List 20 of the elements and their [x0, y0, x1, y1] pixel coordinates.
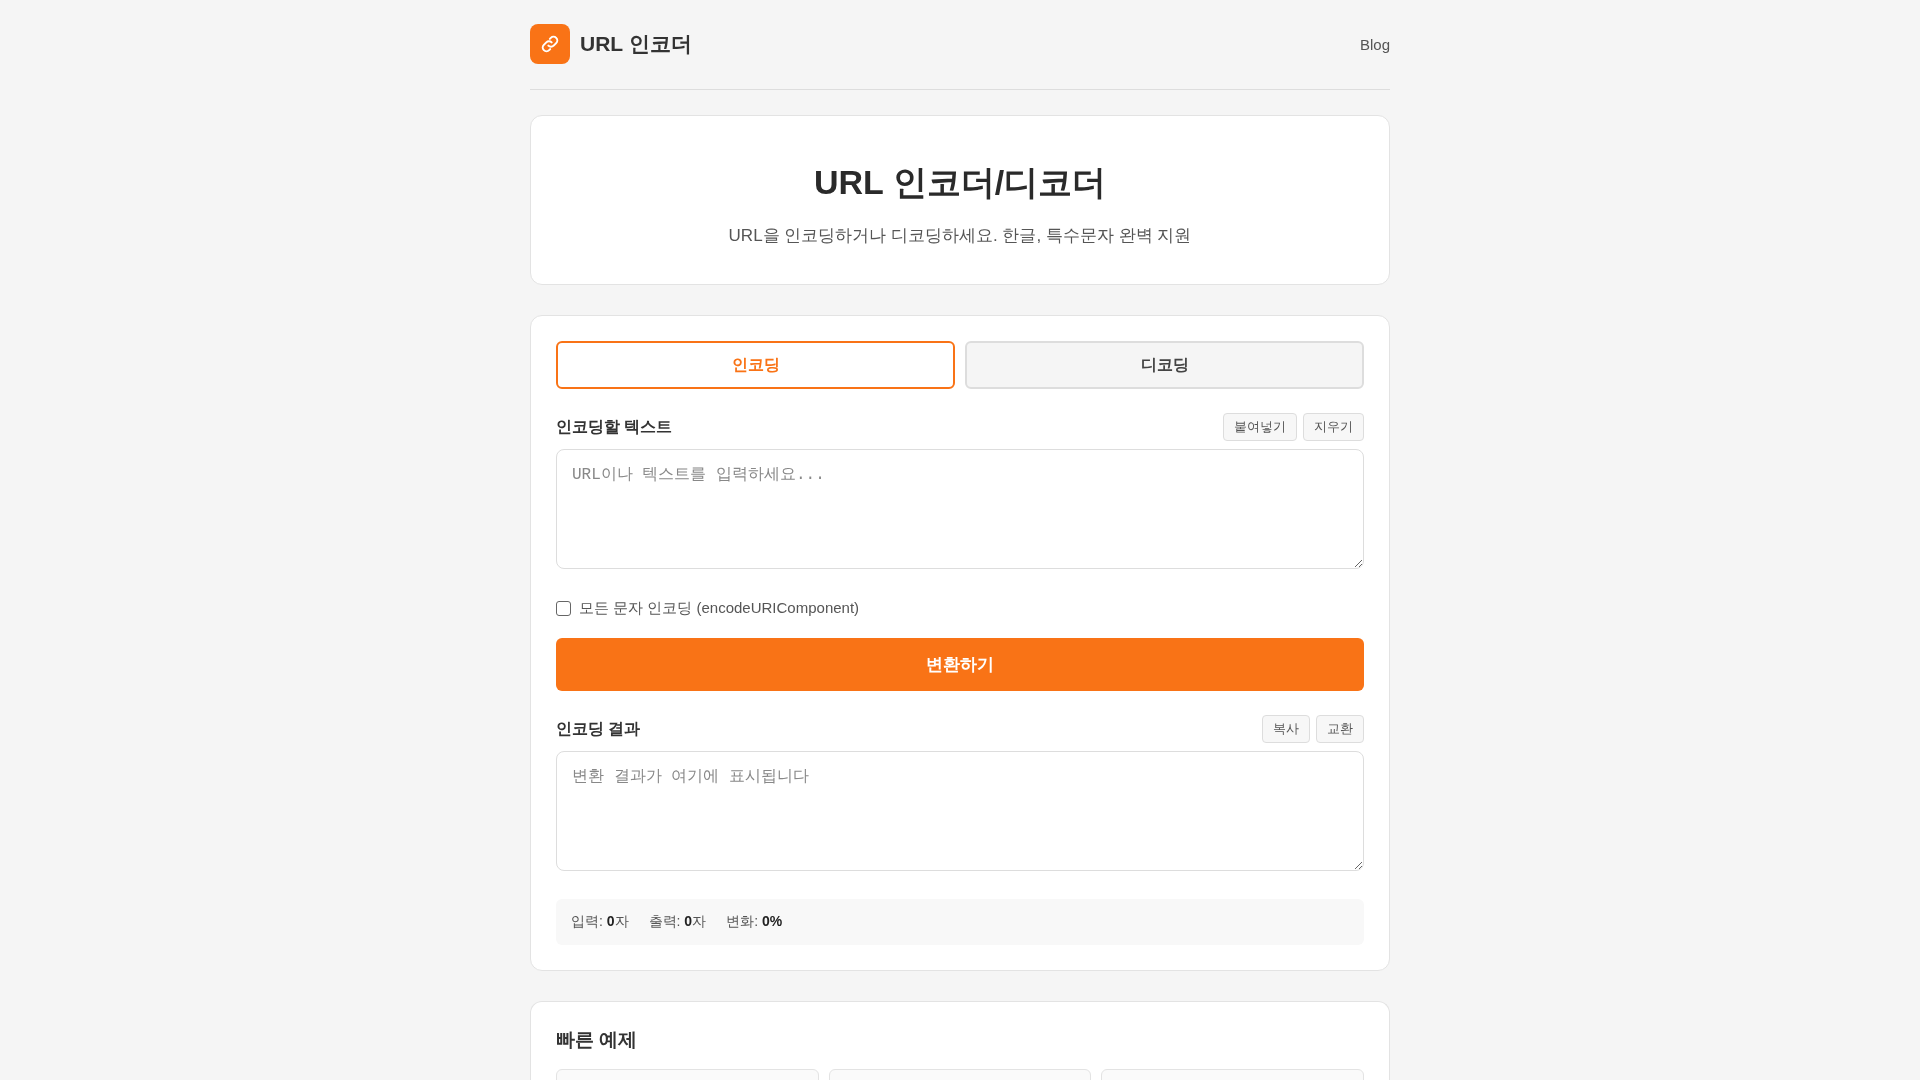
output-label: 인코딩 결과 [556, 718, 641, 739]
clear-button[interactable]: 지우기 [1303, 413, 1364, 441]
swap-button[interactable]: 교환 [1316, 715, 1364, 743]
stat-text: 변화: 0% [726, 913, 783, 931]
logo-icon [530, 24, 570, 64]
section-title: 빠른 예제 [556, 1028, 639, 1052]
site-title: URL 인코더 [580, 31, 692, 57]
checkbox[interactable] [556, 601, 571, 616]
output-field[interactable]: 변환 결과가 여기에 표시됩니다 [556, 751, 1364, 871]
mode-tab[interactable]: 디코딩 [965, 341, 1364, 389]
checkbox-label: 모든 문자 인코딩 (encodeURIComponent) [579, 599, 860, 618]
stat-text: 출력: 0자 [648, 913, 707, 931]
stat-text: 입력: 0자 [571, 913, 629, 931]
paste-button[interactable]: 붙여넣기 [1223, 413, 1297, 441]
copy-button[interactable]: 복사 [1262, 715, 1310, 743]
blog-link[interactable]: Blog [1359, 35, 1390, 53]
page-title: URL 인코더/디코더 [813, 162, 1107, 203]
input-field[interactable]: URL이나 텍스트를 입력하세요... [556, 449, 1364, 569]
input-label: 인코딩할 텍스트 [556, 416, 673, 437]
page-subtitle: URL을 인코딩하거나 디코딩하세요. 한글, 특수문자 완벽 지원 [728, 225, 1192, 247]
